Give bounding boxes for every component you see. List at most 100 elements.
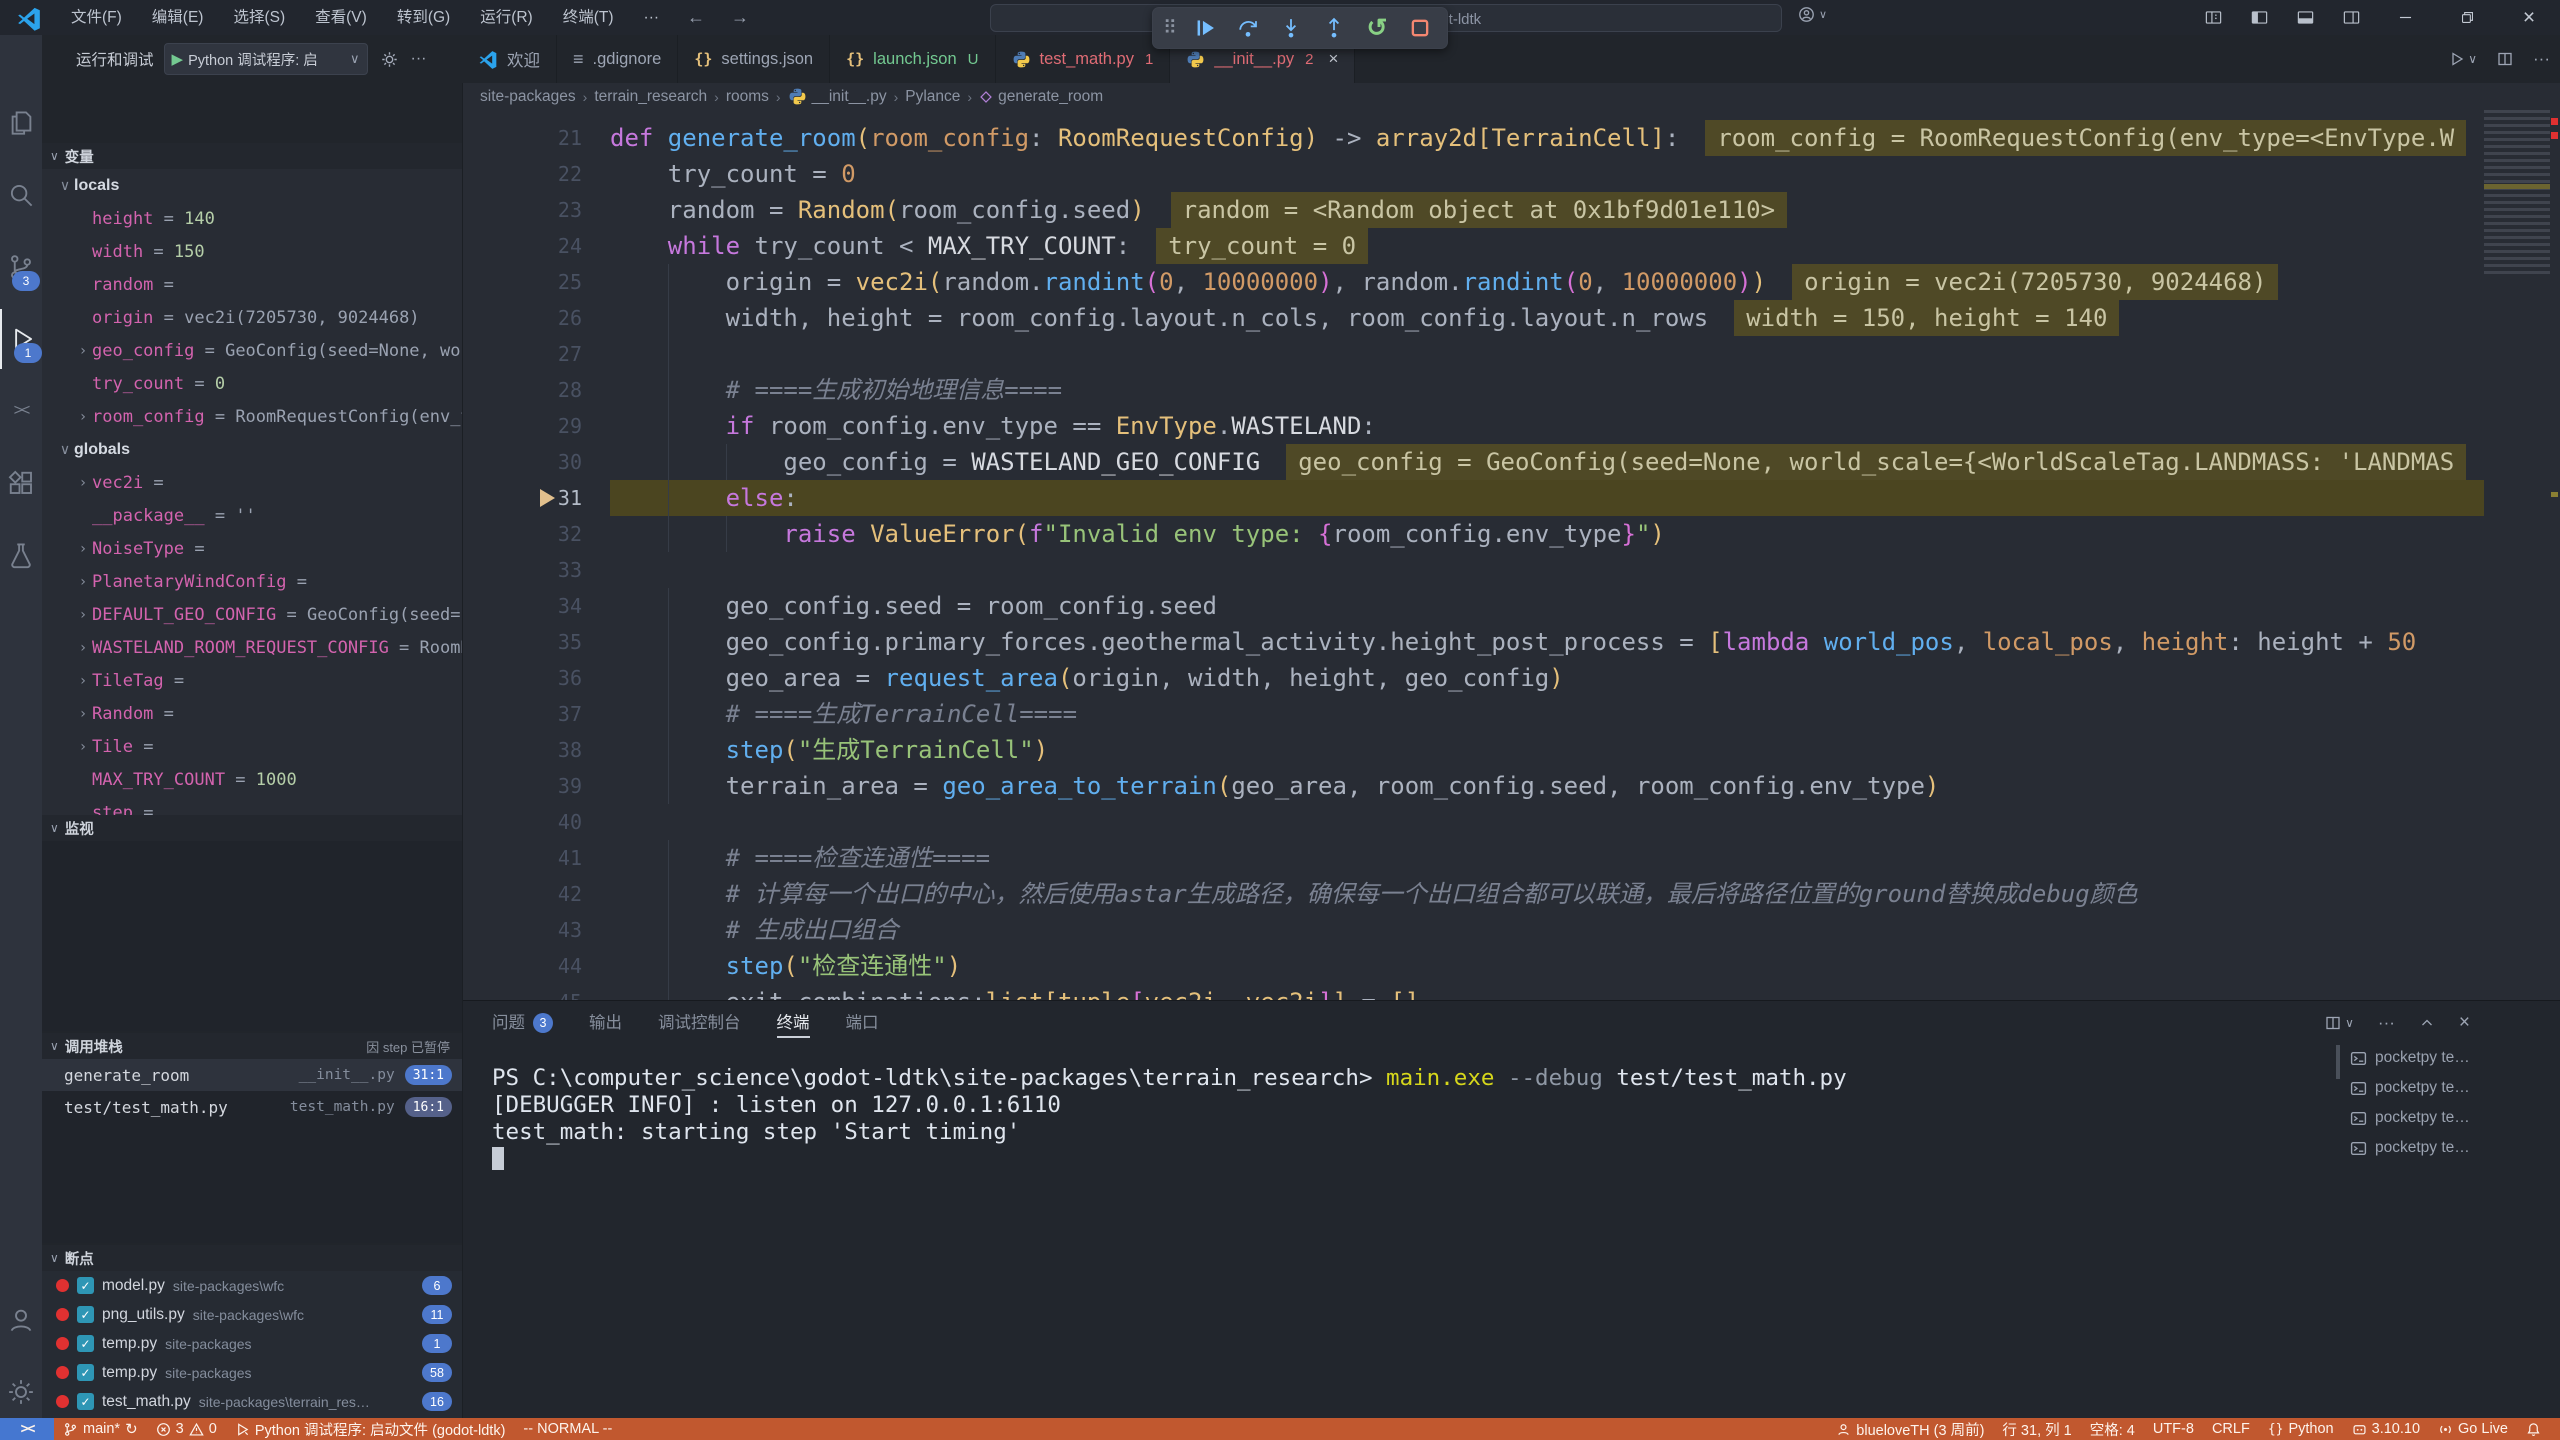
variable-row[interactable]: › WASTELAND_ROOM_REQUEST_CONFIG = RoomR…	[42, 631, 462, 664]
menu-item[interactable]: 终端(T)	[548, 0, 629, 35]
toggle-sidebar-icon[interactable]	[2236, 0, 2282, 35]
section-breakpoints[interactable]: ∨ 断点	[42, 1245, 462, 1271]
gutter[interactable]: 26	[462, 300, 610, 336]
customize-layout-icon[interactable]	[2190, 0, 2236, 35]
gutter[interactable]: 42	[462, 876, 610, 912]
menu-item[interactable]: 查看(V)	[300, 0, 382, 35]
code-line-28[interactable]: 28 # ====生成初始地理信息====	[462, 372, 2484, 408]
breadcrumb-item[interactable]: Pylance	[905, 88, 960, 106]
maximize-panel-icon[interactable]	[2419, 1015, 2435, 1031]
gutter[interactable]: 37	[462, 696, 610, 732]
restore-button[interactable]	[2436, 0, 2498, 35]
panel-tab-调试控制台[interactable]: 调试控制台	[658, 1001, 741, 1045]
code-line-39[interactable]: 39 terrain_area = geo_area_to_terrain(ge…	[462, 768, 2484, 804]
menu-item[interactable]: ···	[629, 0, 675, 35]
panel-tab-端口[interactable]: 端口	[846, 1001, 879, 1045]
code-line-21[interactable]: 21 def generate_room(room_config: RoomRe…	[462, 120, 2484, 156]
code-line-30[interactable]: 30 geo_config = WASTELAND_GEO_CONFIGgeo_…	[462, 444, 2484, 480]
variable-row[interactable]: __package__ = ''	[42, 499, 462, 532]
gutter[interactable]: 20	[462, 110, 610, 120]
code-line-38[interactable]: 38 step("生成TerrainCell")	[462, 732, 2484, 768]
tab-gdignore[interactable]: ≡.gdignore	[557, 35, 678, 83]
breakpoint-checkbox[interactable]: ✓	[77, 1335, 94, 1352]
variable-row[interactable]: › vec2i =	[42, 466, 462, 499]
variable-row[interactable]: › Tile =	[42, 730, 462, 763]
code-line-26[interactable]: 26 width, height = room_config.layout.n_…	[462, 300, 2484, 336]
code-line-40[interactable]: 40	[462, 804, 2484, 840]
close-window-button[interactable]: ×	[2498, 0, 2560, 35]
gutter[interactable]: 38	[462, 732, 610, 768]
variable-row[interactable]: MAX_TRY_COUNT = 1000	[42, 763, 462, 796]
breakpoint-row[interactable]: ✓ temp.py site-packages 1	[42, 1329, 462, 1358]
status-eol[interactable]: CRLF	[2203, 1418, 2259, 1440]
gutter[interactable]: 45	[462, 984, 610, 1000]
variable-row[interactable]: › NoiseType =	[42, 532, 462, 565]
breakpoint-checkbox[interactable]: ✓	[77, 1306, 94, 1323]
breadcrumb-item[interactable]: __init__.py	[788, 87, 887, 106]
terminal-new-button[interactable]: ∨	[2325, 1015, 2354, 1031]
panel-tab-问题[interactable]: 问题 3	[492, 1001, 553, 1045]
status-commit-author[interactable]: blueloveTH (3 周前)	[1827, 1418, 1993, 1440]
tab-welcome[interactable]: 欢迎	[462, 35, 557, 83]
stack-frame[interactable]: test/test_math.py test_math.py 16:1	[42, 1091, 462, 1123]
terminal-output[interactable]: PS C:\computer_science\godot-ldtk\site-p…	[492, 1065, 2332, 1173]
section-watch[interactable]: ∨ 监视	[42, 815, 462, 841]
code-line-35[interactable]: 35 geo_config.primary_forces.geothermal_…	[462, 624, 2484, 660]
panel-tab-输出[interactable]: 输出	[589, 1001, 622, 1045]
code-line-23[interactable]: 23 random = Random(room_config.seed)rand…	[462, 192, 2484, 228]
menu-item[interactable]: 文件(F)	[56, 0, 137, 35]
gutter[interactable]: 24	[462, 228, 610, 264]
gutter[interactable]: 39	[462, 768, 610, 804]
code-line-45[interactable]: 45 exit_combinations:list[tuple[vec2i, v…	[462, 984, 2484, 1000]
code-line-41[interactable]: 41 # ====检查连通性====	[462, 840, 2484, 876]
more-actions-icon[interactable]: ···	[2378, 1013, 2395, 1033]
activity-run-and-debug[interactable]: 1	[0, 309, 44, 369]
breakpoint-checkbox[interactable]: ✓	[77, 1364, 94, 1381]
code-line-33[interactable]: 33	[462, 552, 2484, 588]
close-tab-icon[interactable]: ×	[1328, 49, 1338, 69]
variable-row[interactable]: origin = vec2i(7205730, 9024468)	[42, 301, 462, 334]
gutter[interactable]: 31	[462, 480, 610, 516]
code-line-27[interactable]: 27	[462, 336, 2484, 372]
split-editor-icon[interactable]	[2497, 51, 2513, 67]
breakpoint-checkbox[interactable]: ✓	[77, 1277, 94, 1294]
section-variables[interactable]: ∨ 变量	[42, 143, 462, 169]
gutter[interactable]: 41	[462, 840, 610, 876]
breakpoint-row[interactable]: ✓ model.py site-packages\wfc 6	[42, 1271, 462, 1300]
code-line-20[interactable]: 20	[462, 110, 2484, 120]
debug-step-out-button[interactable]	[1317, 12, 1351, 44]
breakpoint-row[interactable]: ✓ test_math.py site-packages\terrain_res…	[42, 1387, 462, 1416]
breakpoint-checkbox[interactable]: ✓	[77, 1393, 94, 1410]
variable-row[interactable]: step =	[42, 796, 462, 815]
breakpoint-row[interactable]: ✓ png_utils.py site-packages\wfc 11	[42, 1300, 462, 1329]
close-panel-icon[interactable]: ×	[2459, 1012, 2470, 1034]
launch-config-select[interactable]: ▶ Python 调试程序: 启 ∨	[164, 43, 368, 75]
breadcrumb-item[interactable]: site-packages	[480, 88, 576, 106]
variable-row[interactable]: height = 140	[42, 202, 462, 235]
gutter[interactable]: 32	[462, 516, 610, 552]
gutter[interactable]: 33	[462, 552, 610, 588]
status-indentation[interactable]: 空格: 4	[2081, 1418, 2144, 1440]
variable-row[interactable]: › room_config = RoomRequestConfig(env_t…	[42, 400, 462, 433]
code-line-24[interactable]: 24 while try_count < MAX_TRY_COUNT:try_c…	[462, 228, 2484, 264]
code-line-34[interactable]: 34 geo_config.seed = room_config.seed	[462, 588, 2484, 624]
activity-remote-explorer[interactable]: ><	[0, 381, 42, 441]
status-cursor-position[interactable]: 行 31, 列 1	[1993, 1418, 2080, 1440]
menu-item[interactable]: 选择(S)	[218, 0, 300, 35]
nav-back-icon[interactable]: ←	[674, 7, 718, 28]
variable-row[interactable]: random =	[42, 268, 462, 301]
menu-item[interactable]: 编辑(E)	[137, 0, 219, 35]
activity-explorer[interactable]	[0, 93, 42, 153]
code-line-31[interactable]: 31 else:	[462, 480, 2484, 516]
terminal-instance[interactable]: pocketpy te…	[2350, 1073, 2546, 1103]
status-remote[interactable]: ><	[0, 1418, 54, 1440]
variable-row[interactable]: › DEFAULT_GEO_CONFIG = GeoConfig(seed=1…	[42, 598, 462, 631]
variable-row[interactable]: try_count = 0	[42, 367, 462, 400]
debug-stop-button[interactable]	[1403, 12, 1437, 44]
terminal-instance[interactable]: pocketpy te…	[2350, 1133, 2546, 1163]
terminal-instance[interactable]: pocketpy te…	[2350, 1043, 2546, 1073]
variable-row[interactable]: › Random =	[42, 697, 462, 730]
nav-forward-icon[interactable]: →	[718, 7, 762, 28]
code-line-25[interactable]: 25 origin = vec2i(random.randint(0, 1000…	[462, 264, 2484, 300]
status-vim-mode[interactable]: -- NORMAL --	[514, 1418, 621, 1440]
